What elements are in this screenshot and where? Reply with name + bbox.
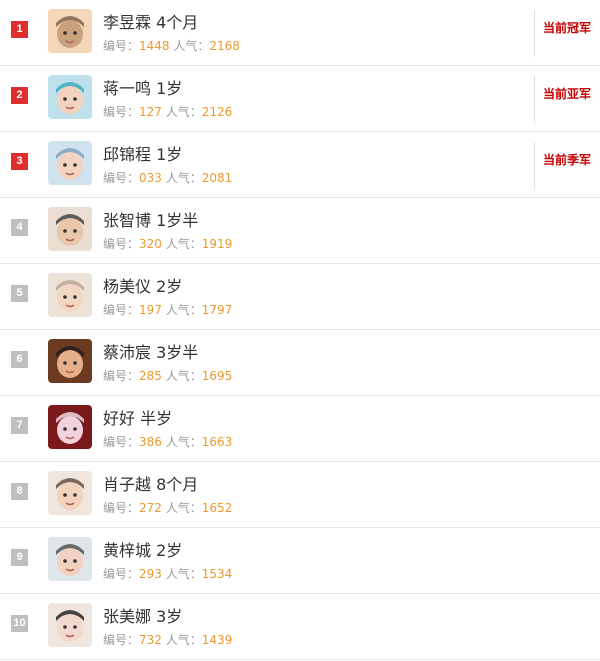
baby-name[interactable]: 李昱霖 4个月: [103, 9, 198, 33]
award-badge: 当前冠军: [543, 21, 592, 35]
list-item[interactable]: 2 蒋一鸣 1岁编号：127 人气：2126 当前亚军: [0, 66, 600, 132]
ranking-list: 1 李昱霖 4个月 编号：1448 人气：2168 当前冠军 2 蒋一鸣 1岁 编号：127…: [0, 0, 600, 660]
baby-photo-icon[interactable]: [48, 405, 92, 449]
award-area: 当前亚军: [534, 76, 600, 123]
baby-name[interactable]: 蒋一鸣 1岁: [103, 75, 182, 99]
rank-badge: 6: [11, 351, 28, 368]
stats-line: 编号：293 人气：1534: [103, 565, 232, 582]
rank-badge: 4: [11, 219, 28, 236]
award-badge: 当前亚军: [543, 87, 592, 101]
rank-badge: 2: [11, 87, 28, 104]
id-value: 272: [139, 501, 162, 515]
list-item[interactable]: 10 张美娜 3岁编号：732 人气：1439: [0, 594, 600, 660]
list-item[interactable]: 3 邱锦程 1岁编号：033 人气：2081 当前季军: [0, 132, 600, 198]
list-item[interactable]: 5 杨美仪 2岁编号：197 人气：1797: [0, 264, 600, 330]
baby-photo-icon[interactable]: [48, 207, 92, 251]
baby-name[interactable]: 好好 半岁: [103, 405, 172, 429]
popularity-label: 人气：: [165, 171, 202, 185]
list-item[interactable]: 1 李昱霖 4个月编号：1448 人气：2168 当前冠军: [0, 0, 600, 66]
id-value: 033: [139, 171, 162, 185]
popularity-label: 人气：: [165, 567, 202, 581]
list-item[interactable]: 8 肖子越 8个月编号：272 人气：1652: [0, 462, 600, 528]
baby-photo-icon[interactable]: [48, 75, 92, 119]
id-label: 编号：: [103, 39, 140, 53]
popularity-value: 1695: [201, 369, 233, 383]
baby-photo-icon[interactable]: [48, 537, 92, 581]
baby-name[interactable]: 张智博 1岁半: [103, 207, 198, 231]
list-item[interactable]: 4 张智博 1岁半编号：320 人气：1919: [0, 198, 600, 264]
rank-badge: 5: [11, 285, 28, 302]
rank-badge: 10: [11, 615, 28, 632]
baby-photo-icon[interactable]: [48, 603, 92, 647]
id-value: 320: [139, 237, 162, 251]
stats-line: 编号：285 人气：1695: [103, 367, 232, 384]
id-label: 编号：: [103, 237, 140, 251]
stats-line: 编号：033 人气：2081: [103, 169, 232, 186]
baby-photo-icon[interactable]: [48, 141, 92, 185]
popularity-value: 1797: [201, 303, 233, 317]
id-label: 编号：: [103, 171, 140, 185]
rank-badge: 7: [11, 417, 28, 434]
baby-photo-icon[interactable]: [48, 273, 92, 317]
list-item[interactable]: 6 蔡沛宸 3岁半编号：285 人气：1695: [0, 330, 600, 396]
popularity-value: 1663: [201, 435, 233, 449]
popularity-value: 1439: [201, 633, 233, 647]
baby-name[interactable]: 杨美仪 2岁: [103, 273, 182, 297]
popularity-value: 1534: [201, 567, 233, 581]
id-value: 386: [139, 435, 162, 449]
stats-line: 编号：386 人气：1663: [103, 433, 232, 450]
baby-name[interactable]: 张美娜 3岁: [103, 603, 182, 627]
stats-line: 编号：197 人气：1797: [103, 301, 232, 318]
id-label: 编号：: [103, 105, 140, 119]
baby-name[interactable]: 蔡沛宸 3岁半: [103, 339, 198, 363]
popularity-label: 人气：: [165, 501, 202, 515]
id-label: 编号：: [103, 567, 140, 581]
rank-badge: 9: [11, 549, 28, 566]
baby-name[interactable]: 黄梓城 2岁: [103, 537, 182, 561]
award-badge: 当前季军: [543, 153, 592, 167]
popularity-label: 人气：: [165, 435, 202, 449]
popularity-label: 人气：: [165, 303, 202, 317]
rank-badge: 8: [11, 483, 28, 500]
id-value: 1448: [139, 39, 170, 53]
popularity-label: 人气：: [165, 237, 202, 251]
id-value: 127: [139, 105, 162, 119]
stats-line: 编号：127 人气：2126: [103, 103, 232, 120]
id-label: 编号：: [103, 501, 140, 515]
id-value: 285: [139, 369, 162, 383]
baby-name[interactable]: 肖子越 8个月: [103, 471, 198, 495]
popularity-label: 人气：: [173, 39, 210, 53]
stats-line: 编号：1448 人气：2168: [103, 37, 240, 54]
award-area: 当前季军: [534, 142, 600, 189]
popularity-value: 2168: [209, 39, 240, 53]
id-value: 197: [139, 303, 162, 317]
list-item[interactable]: 9 黄梓城 2岁编号：293 人气：1534: [0, 528, 600, 594]
popularity-value: 2081: [201, 171, 233, 185]
id-label: 编号：: [103, 435, 140, 449]
id-value: 732: [139, 633, 162, 647]
id-label: 编号：: [103, 303, 140, 317]
stats-line: 编号：732 人气：1439: [103, 631, 232, 648]
stats-line: 编号：320 人气：1919: [103, 235, 232, 252]
baby-photo-icon[interactable]: [48, 471, 92, 515]
list-item[interactable]: 7 好好 半岁编号：386 人气：1663: [0, 396, 600, 462]
baby-photo-icon[interactable]: [48, 9, 92, 53]
stats-line: 编号：272 人气：1652: [103, 499, 232, 516]
id-value: 293: [139, 567, 162, 581]
popularity-value: 1652: [201, 501, 233, 515]
rank-badge: 1: [11, 21, 28, 38]
id-label: 编号：: [103, 369, 140, 383]
baby-name[interactable]: 邱锦程 1岁: [103, 141, 182, 165]
award-area: 当前冠军: [534, 10, 600, 57]
popularity-label: 人气：: [165, 633, 202, 647]
popularity-value: 2126: [201, 105, 233, 119]
popularity-label: 人气：: [165, 105, 202, 119]
popularity-label: 人气：: [165, 369, 202, 383]
rank-badge: 3: [11, 153, 28, 170]
baby-photo-icon[interactable]: [48, 339, 92, 383]
popularity-value: 1919: [201, 237, 233, 251]
id-label: 编号：: [103, 633, 140, 647]
